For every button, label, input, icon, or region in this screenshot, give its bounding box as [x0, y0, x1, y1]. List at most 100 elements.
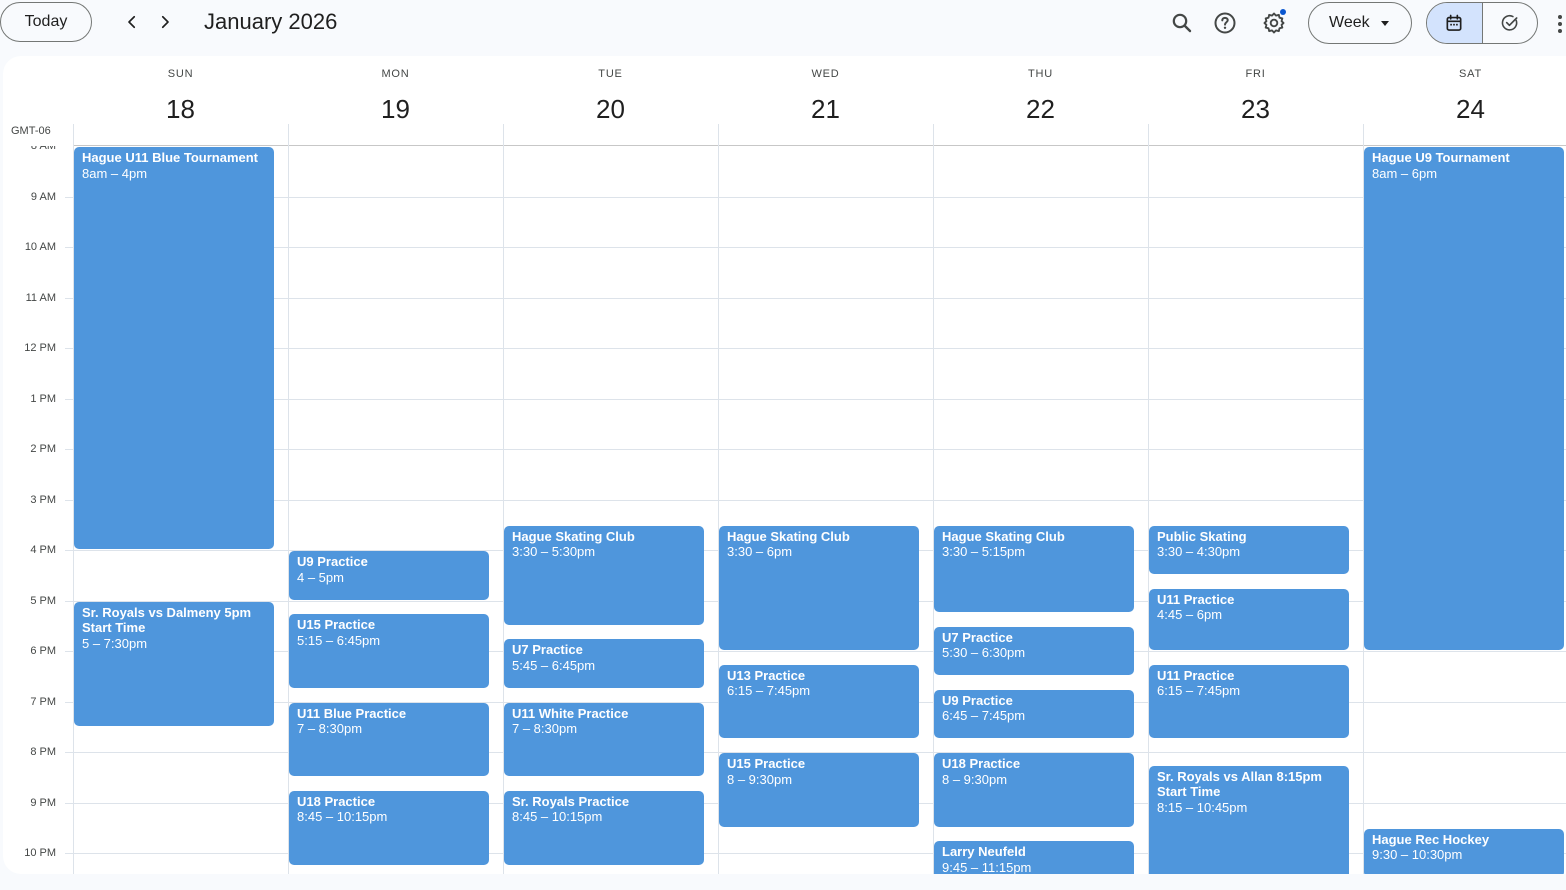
calendar-view-button[interactable] [1427, 3, 1483, 43]
calendar-event[interactable]: U7 Practice 5:45 – 6:45pm [504, 639, 704, 688]
hour-label: 9 PM [30, 796, 56, 809]
calendar-event[interactable]: Larry Neufeld 9:45 – 11:15pm [934, 841, 1134, 874]
event-time: 3:30 – 5:15pm [942, 544, 1026, 560]
calendar-event[interactable]: Hague Rec Hockey 9:30 – 10:30pm [1364, 828, 1564, 874]
day-number[interactable]: 21 [718, 94, 933, 125]
day-number[interactable]: 18 [73, 94, 288, 125]
calendar-event[interactable]: Hague U11 Blue Tournament 8am – 4pm [74, 147, 274, 549]
event-title: Hague U11 Blue Tournament [82, 150, 259, 165]
calendar-event[interactable]: U15 Practice 8 – 9:30pm [719, 753, 919, 827]
event-title: Hague Skating Club [727, 528, 850, 544]
hour-gridline [65, 499, 1566, 501]
event-time: 9:30 – 10:30pm [1372, 847, 1463, 863]
hour-gridline [65, 348, 1566, 349]
day-header-tue[interactable]: TUE 20 [503, 56, 718, 146]
day-name: WED [811, 68, 840, 80]
event-time: 4 – 5pm [297, 569, 344, 585]
caret-down-icon [1381, 21, 1389, 26]
day-number[interactable]: 24 [1363, 94, 1566, 125]
event-time: 7 – 8:30pm [297, 721, 363, 736]
day-number[interactable]: 19 [288, 94, 503, 125]
hour-gridline [65, 196, 1566, 198]
hour-label: 4 PM [30, 544, 56, 556]
hour-gridline [65, 449, 1566, 450]
calendar-event[interactable]: U11 White Practice 7 – 8:30pm [504, 702, 704, 777]
calendar-event[interactable]: U9 Practice 4 – 5pm [289, 551, 489, 600]
event-time: 3:30 – 6pm [727, 544, 793, 560]
hour-label: 12 PM [24, 342, 56, 354]
event-title: U15 Practice [297, 617, 376, 633]
day-name: SAT [1459, 68, 1482, 80]
event-title: U9 Practice [297, 554, 368, 569]
event-title: U11 Practice [1157, 591, 1235, 607]
event-title: U7 Practice [512, 642, 583, 658]
more-vert-icon[interactable] [1554, 12, 1566, 36]
event-time: 8:45 – 10:15pm [297, 809, 388, 825]
hour-label: 11 AM [25, 291, 56, 304]
week-grid: GMT-06 SUN 18 MON 19 TUE 20 WED 21 THU 22 FRI 23 SAT… [3, 56, 1566, 874]
day-number[interactable]: 22 [933, 94, 1148, 125]
settings-button[interactable] [1257, 6, 1291, 40]
help-button[interactable] [1208, 6, 1242, 40]
calendar-event[interactable]: Hague Skating Club 3:30 – 6pm [719, 525, 919, 650]
hour-gridline [65, 398, 1566, 400]
today-button[interactable]: Today [0, 2, 92, 42]
hour-label: 7 PM [30, 695, 56, 708]
day-number[interactable]: 23 [1148, 94, 1363, 125]
calendar-event[interactable]: U18 Practice 8 – 9:30pm [934, 753, 1134, 827]
day-header-sat[interactable]: SAT 24 [1363, 56, 1566, 146]
day-header-sun[interactable]: SUN 18 [73, 56, 288, 146]
event-title: Hague U9 Tournament [1372, 150, 1510, 165]
help-icon [1214, 12, 1236, 34]
event-title: Public Skating [1157, 528, 1247, 544]
calendar-event[interactable]: U9 Practice 6:45 – 7:45pm [934, 689, 1134, 739]
hour-label: 8 PM [30, 746, 56, 758]
calendar-event[interactable]: U7 Practice 5:30 – 6:30pm [934, 626, 1134, 676]
calendar-event[interactable]: Hague Skating Club 3:30 – 5:30pm [504, 525, 704, 625]
previous-week-button[interactable] [118, 8, 146, 36]
event-title: Larry Neufeld [942, 844, 1026, 860]
calendar-event[interactable]: Sr. Royals vs Dalmeny 5pm Start Time 5 – … [74, 601, 274, 726]
next-week-button[interactable] [151, 8, 179, 36]
search-button[interactable] [1165, 6, 1199, 40]
day-header-fri[interactable]: FRI 23 [1148, 56, 1363, 146]
day-header-mon[interactable]: MON 19 [288, 56, 503, 146]
event-title: U18 Practice [297, 793, 376, 809]
calendar-event[interactable]: Hague U9 Tournament 8am – 6pm [1364, 147, 1564, 650]
calendar-event[interactable]: U18 Practice 8:45 – 10:15pm [289, 790, 489, 865]
calendar-event[interactable]: U11 Practice 4:45 – 6pm [1149, 588, 1349, 650]
event-time: 8 – 9:30pm [942, 771, 1008, 787]
calendar-event[interactable]: U11 Practice 6:15 – 7:45pm [1149, 664, 1349, 739]
event-title: Hague Skating Club [942, 528, 1065, 544]
event-title: U7 Practice [942, 629, 1013, 645]
event-time: 5:30 – 6:30pm [942, 645, 1026, 661]
calendar-event[interactable]: Sr. Royals vs Allan 8:15pm Start Time 8:1… [1149, 765, 1349, 874]
top-bar: Today January 2026 Week [0, 0, 1566, 48]
event-time: 4:45 – 6pm [1157, 607, 1223, 623]
calendar-event[interactable]: U15 Practice 5:15 – 6:45pm [289, 614, 489, 688]
event-title: U11 Blue Practice [297, 705, 407, 721]
search-icon [1172, 13, 1192, 33]
day-header-wed[interactable]: WED 21 [718, 56, 933, 146]
calendar-event[interactable]: Public Skating 3:30 – 4:30pm [1149, 525, 1349, 575]
event-time: 6:15 – 7:45pm [727, 683, 811, 699]
event-title: U11 White Practice [512, 705, 629, 721]
event-time: 3:30 – 5:30pm [512, 544, 596, 560]
notification-dot [1280, 9, 1286, 15]
tasks-view-button[interactable] [1483, 3, 1538, 43]
time-grid: 8 AM 9 AM 10 AM 11 AM 12 PM 1 PM 2 PM 3 PM 4 PM 5… [3, 146, 1566, 874]
calendar-event[interactable]: U11 Blue Practice 7 – 8:30pm [289, 702, 489, 777]
hour-label: 1 PM [30, 392, 56, 405]
calendar-event[interactable]: Hague Skating Club 3:30 – 5:15pm [934, 525, 1134, 613]
event-title: U9 Practice [942, 692, 1013, 708]
event-title: Sr. Royals Practice [512, 793, 630, 809]
day-name: MON [381, 68, 410, 80]
hour-label: 9 AM [30, 190, 56, 203]
day-header-thu[interactable]: THU 22 [933, 56, 1148, 146]
day-number[interactable]: 20 [503, 94, 718, 125]
calendar-event[interactable]: Sr. Royals Practice 8:45 – 10:15pm [504, 790, 704, 865]
calendar-event[interactable]: U13 Practice 6:15 – 7:45pm [719, 664, 919, 739]
day-name: THU [1027, 68, 1053, 80]
view-selector[interactable]: Week [1308, 2, 1412, 44]
hour-label: 10 AM [24, 241, 56, 253]
